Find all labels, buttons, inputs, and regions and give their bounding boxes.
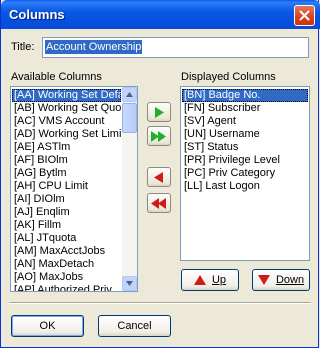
list-item[interactable]: [AA] Working Set Defa — [12, 89, 121, 102]
list-item[interactable]: [SV] Agent — [182, 115, 308, 128]
double-arrow-left-icon — [151, 197, 166, 209]
list-item[interactable]: [AH] CPU Limit — [12, 180, 121, 193]
title-label: Title: — [11, 41, 35, 53]
list-item[interactable]: [AN] MaxDetach — [12, 258, 121, 271]
arrow-right-icon — [155, 106, 164, 118]
cancel-label: Cancel — [117, 320, 152, 332]
list-item[interactable]: [AC] VMS Account — [12, 115, 121, 128]
displayed-items: [BN] Badge No. [FN] Subscriber [SV] Agent[… — [182, 89, 308, 193]
list-item[interactable]: [PC] Priv Category — [182, 167, 308, 180]
list-item[interactable]: [AD] Working Set Limi — [12, 128, 121, 141]
scroll-down-button[interactable] — [122, 276, 137, 291]
displayed-columns-label: Displayed Columns — [181, 71, 276, 83]
list-item[interactable]: [LL] Last Logon — [182, 180, 308, 193]
chevron-down-icon — [126, 281, 133, 286]
list-item[interactable]: [AF] BIOlm — [12, 154, 121, 167]
available-columns-label: Available Columns — [11, 71, 102, 83]
ok-label: OK — [39, 320, 56, 332]
list-item[interactable]: [FN] Subscriber — [182, 102, 308, 115]
list-item[interactable]: [AJ] Enqlim — [12, 206, 121, 219]
available-scrollbar[interactable] — [122, 87, 137, 291]
available-items: [AA] Working Set Defa [AB] Working Set Qu… — [12, 89, 121, 291]
title-bar[interactable]: Columns — [1, 0, 320, 29]
add-column-button[interactable] — [147, 102, 171, 122]
separator — [9, 302, 311, 304]
title-input-value: Account Ownership — [45, 40, 143, 54]
move-up-label: Up — [211, 274, 227, 286]
list-item[interactable]: [AP] Authorized Priv — [12, 284, 121, 291]
close-icon — [299, 10, 310, 21]
list-item[interactable]: [AM] MaxAcctJobs — [12, 245, 121, 258]
ok-button[interactable]: OK — [11, 315, 84, 337]
list-item[interactable]: [AK] Fillm — [12, 219, 121, 232]
arrow-left-icon — [154, 171, 163, 183]
move-down-button[interactable]: Down — [252, 269, 310, 291]
title-input[interactable]: Account Ownership — [42, 37, 309, 58]
list-item[interactable]: [AB] Working Set Quo — [12, 102, 121, 115]
list-item[interactable]: [AE] ASTlm — [12, 141, 121, 154]
list-item[interactable]: [AG] Bytlm — [12, 167, 121, 180]
list-item[interactable]: [UN] Username — [182, 128, 308, 141]
window-title: Columns — [9, 7, 65, 22]
close-button[interactable] — [294, 5, 315, 26]
list-item[interactable]: [AL] JTquota — [12, 232, 121, 245]
displayed-columns-list[interactable]: [BN] Badge No. [FN] Subscriber [SV] Agent[… — [180, 86, 310, 261]
list-item[interactable]: [AI] DIOlm — [12, 193, 121, 206]
remove-all-columns-button[interactable] — [147, 193, 171, 213]
double-arrow-right-icon — [151, 130, 166, 142]
move-up-button[interactable]: Up — [181, 269, 239, 291]
list-item[interactable]: [BN] Badge No. — [182, 89, 308, 102]
chevron-up-icon — [126, 92, 133, 97]
list-item[interactable]: [ST] Status — [182, 141, 308, 154]
available-columns-list[interactable]: [AA] Working Set Defa [AB] Working Set Qu… — [10, 86, 138, 292]
scroll-thumb[interactable] — [122, 103, 137, 133]
cancel-button[interactable]: Cancel — [98, 315, 171, 337]
add-all-columns-button[interactable] — [147, 126, 171, 146]
scroll-up-button[interactable] — [122, 87, 137, 102]
list-item[interactable]: [AO] MaxJobs — [12, 271, 121, 284]
columns-dialog: Columns Title: Account Ownership Availab… — [0, 0, 320, 348]
move-down-label: Down — [275, 274, 305, 286]
triangle-up-icon — [193, 275, 206, 285]
list-item[interactable]: [PR] Privilege Level — [182, 154, 308, 167]
remove-column-button[interactable] — [147, 167, 171, 187]
triangle-down-icon — [257, 275, 270, 285]
